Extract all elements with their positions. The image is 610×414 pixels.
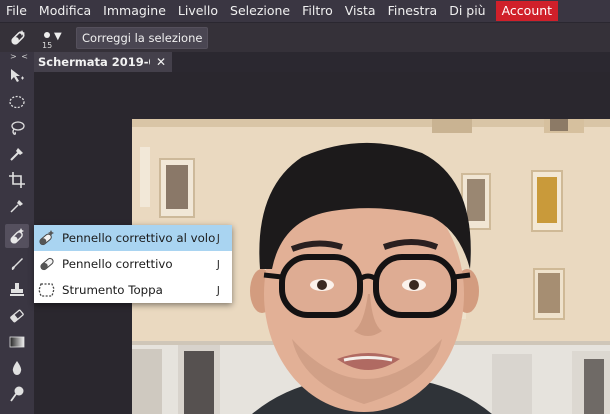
menu-selezione[interactable]: Selezione (224, 0, 296, 22)
menu-finestra[interactable]: Finestra (382, 0, 444, 22)
spot-healing-tool-icon[interactable] (5, 224, 29, 248)
healing-tools-flyout: Pennello correttivo al volo J Pennello c… (34, 225, 232, 303)
shortcut-key: J (216, 231, 220, 245)
document-tab-bar: Schermata 2019-08- ✕ (34, 52, 610, 72)
brush-dot-icon (44, 31, 50, 38)
brush-size-value: 15 (42, 40, 53, 50)
ellipse-select-icon[interactable] (5, 90, 29, 114)
lasso-icon[interactable] (5, 116, 29, 140)
stamp-icon[interactable] (5, 278, 29, 302)
brush-size-picker[interactable]: 15 ▼ (40, 24, 70, 52)
chevron-down-icon: ▼ (54, 30, 62, 42)
gradient-icon[interactable] (5, 330, 29, 354)
eyedropper-icon[interactable] (5, 194, 29, 218)
eraser-icon[interactable] (5, 304, 29, 328)
menu-bar: File Modifica Immagine Livello Selezione… (0, 0, 610, 22)
shortcut-key: J (216, 257, 220, 271)
document-tab-name: Schermata 2019-08- (38, 55, 150, 69)
collapse-toolbar-icon[interactable]: > < (10, 52, 29, 61)
move-icon[interactable] (5, 64, 29, 88)
menu-item-healing-brush[interactable]: Pennello correttivo J (34, 251, 232, 277)
options-bar: 15 ▼ Correggi la selezione (0, 22, 610, 52)
menu-item-label: Pennello correttivo (62, 257, 173, 271)
close-icon[interactable]: ✕ (156, 55, 166, 69)
crop-icon[interactable] (5, 168, 29, 192)
fix-selection-button[interactable]: Correggi la selezione (76, 26, 209, 49)
spot-healing-icon[interactable] (4, 24, 32, 52)
healing-brush-icon (35, 254, 59, 274)
menu-modifica[interactable]: Modifica (33, 0, 97, 22)
patch-icon (35, 280, 59, 300)
menu-item-patch-tool[interactable]: Strumento Toppa J (34, 277, 232, 303)
blur-drop-icon[interactable] (5, 356, 29, 380)
tool-panel: > < (0, 52, 34, 414)
menu-item-spot-healing[interactable]: Pennello correttivo al volo J (34, 225, 232, 251)
document-tab[interactable]: Schermata 2019-08- ✕ (34, 52, 172, 72)
account-button[interactable]: Account (495, 1, 559, 21)
menu-vista[interactable]: Vista (339, 0, 382, 22)
menu-item-label: Pennello correttivo al volo (62, 231, 216, 245)
shortcut-key: J (216, 283, 220, 297)
menu-immagine[interactable]: Immagine (97, 0, 172, 22)
spot-healing-icon (35, 228, 59, 248)
menu-file[interactable]: File (0, 0, 33, 22)
dodge-icon[interactable] (5, 382, 29, 406)
brush-icon[interactable] (5, 252, 29, 276)
menu-livello[interactable]: Livello (172, 0, 224, 22)
menu-filtro[interactable]: Filtro (296, 0, 339, 22)
menu-item-label: Strumento Toppa (62, 283, 163, 297)
menu-di-piu[interactable]: Di più (443, 0, 491, 22)
quick-select-icon[interactable] (5, 142, 29, 166)
